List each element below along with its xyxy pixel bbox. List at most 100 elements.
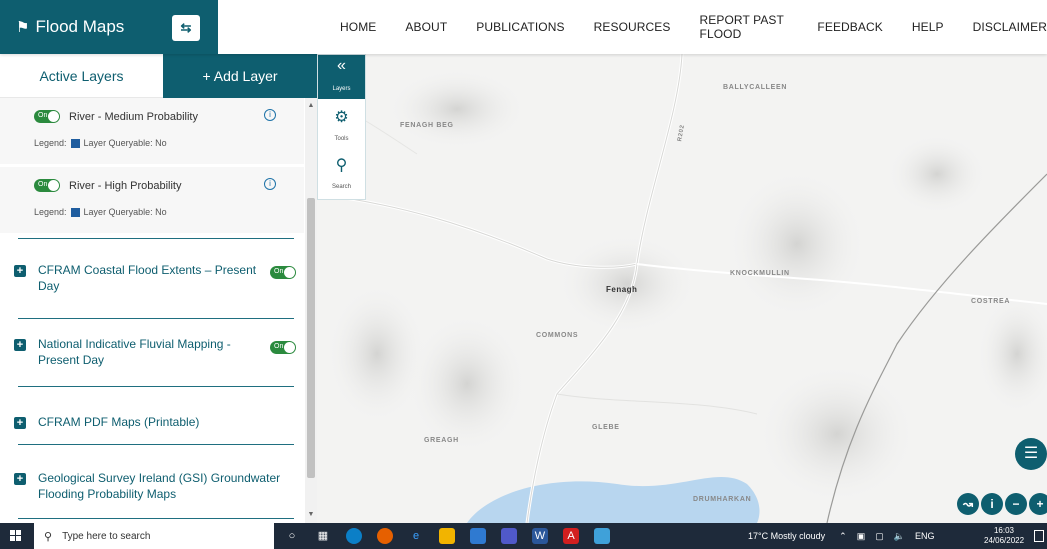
- search-label: Search: [331, 184, 351, 190]
- layer-group-cfram-pdf[interactable]: + CFRAM PDF Maps (Printable): [0, 414, 304, 434]
- weather-widget[interactable]: 17°C Mostly cloudy: [748, 531, 825, 541]
- group-name: CFRAM PDF Maps (Printable): [38, 415, 200, 429]
- nav-home[interactable]: HOME: [340, 20, 376, 34]
- outlook-icon[interactable]: [470, 528, 486, 544]
- info-icon[interactable]: i: [264, 109, 276, 121]
- flood-maps-page: ⚑ Flood Maps ⇆ HOME ABOUT PUBLICATIONS R…: [0, 0, 1047, 549]
- teams-icon[interactable]: [501, 528, 517, 544]
- windows-start-icon[interactable]: [10, 530, 22, 542]
- taskbar-search-input[interactable]: ⚲ Type here to search: [34, 523, 274, 549]
- map-canvas[interactable]: BALLYCALLEEN FENAGH BEG Fenagh KNOCKMULL…: [317, 54, 1047, 523]
- divider: [18, 386, 294, 387]
- double-chevron-left-icon: «: [337, 57, 346, 74]
- expand-plus-icon[interactable]: +: [14, 473, 26, 485]
- internet-explorer-icon[interactable]: e: [408, 528, 424, 544]
- map-label-costrea: COSTREA: [971, 298, 1011, 305]
- network-icon[interactable]: ▣: [857, 531, 866, 542]
- sidebar-tabs: Active Layers + Add Layer: [0, 54, 317, 98]
- search-button[interactable]: ⚲ Search: [318, 155, 365, 193]
- legend-swatch: [70, 207, 80, 217]
- sublayer-river-medium: On River - Medium Probability i Legend: …: [0, 98, 304, 164]
- layers-label: Layers: [332, 86, 351, 92]
- expand-plus-icon[interactable]: +: [14, 339, 26, 351]
- group-name: CFRAM Coastal Flood Extents – Present Da…: [38, 263, 257, 293]
- collapse-layers-button[interactable]: « Layers: [318, 55, 365, 99]
- info-tool-button[interactable]: i: [981, 493, 1003, 515]
- taskbar-pinned-apps: ○ ▦ e W A: [284, 527, 625, 545]
- zoom-in-button[interactable]: +: [1029, 493, 1047, 515]
- expand-plus-icon[interactable]: +: [14, 417, 26, 429]
- chevron-up-icon[interactable]: ⌃: [839, 531, 847, 542]
- info-icon[interactable]: i: [264, 178, 276, 190]
- photos-icon[interactable]: [594, 528, 610, 544]
- layer-toggle[interactable]: On: [270, 341, 296, 354]
- firefox-icon[interactable]: [377, 528, 393, 544]
- map-label-drumharkan: DRUMHARKAN: [693, 496, 752, 503]
- layer-toggle[interactable]: On: [270, 266, 296, 279]
- group-name: National Indicative Fluvial Mapping - Pr…: [38, 337, 231, 367]
- nav-disclaimer[interactable]: DISCLAIMER: [973, 20, 1047, 34]
- sublayer-legend: Legend: Layer Queryable: No: [34, 207, 167, 217]
- system-tray: 17°C Mostly cloudy ⌃ ▣ ▢ 🔈 ENG: [748, 523, 944, 549]
- language-indicator[interactable]: ENG: [915, 531, 935, 541]
- layer-toggle[interactable]: On: [34, 110, 60, 123]
- nav-feedback[interactable]: FEEDBACK: [817, 20, 882, 34]
- info-icon: i: [990, 497, 994, 511]
- speaker-icon[interactable]: 🔈: [894, 531, 905, 542]
- acrobat-icon[interactable]: A: [563, 528, 579, 544]
- layer-toggle[interactable]: On: [34, 179, 60, 192]
- tools-button[interactable]: ⚙ Tools: [318, 107, 365, 145]
- notification-icon[interactable]: [1034, 530, 1044, 542]
- sublayer-name: River - High Probability: [69, 180, 182, 192]
- map-label-ballycalleen: BALLYCALLEEN: [723, 84, 788, 91]
- flood-maps-logo-icon: ⚑: [16, 19, 30, 36]
- nav-publications[interactable]: PUBLICATIONS: [476, 20, 564, 34]
- tab-active-layers[interactable]: Active Layers: [0, 54, 163, 98]
- sidebar-scrollbar[interactable]: ▲ ▼: [305, 98, 317, 523]
- zoom-out-button[interactable]: −: [1005, 493, 1027, 515]
- gear-icon: ⚙: [334, 109, 349, 126]
- cortana-icon[interactable]: ○: [284, 528, 300, 544]
- app-title[interactable]: Flood Maps: [35, 17, 124, 37]
- layer-group-gsi[interactable]: + Geological Survey Ireland (GSI) Ground…: [0, 470, 304, 510]
- expand-plus-icon[interactable]: +: [14, 265, 26, 277]
- display-icon[interactable]: ▢: [875, 531, 884, 542]
- layers-stack-icon: ☰: [1023, 445, 1039, 462]
- taskbar-clock[interactable]: 16:03 24/06/2022: [984, 526, 1024, 546]
- search-icon: ⚲: [335, 157, 348, 174]
- layers-sidebar: Active Layers + Add Layer On River - Med…: [0, 54, 317, 523]
- word-icon[interactable]: W: [532, 528, 548, 544]
- clock-date: 24/06/2022: [984, 536, 1025, 545]
- top-header: ⚑ Flood Maps ⇆ HOME ABOUT PUBLICATIONS R…: [0, 0, 1047, 54]
- nav-about[interactable]: ABOUT: [405, 20, 447, 34]
- windows-taskbar: ⚲ Type here to search ○ ▦ e W A 17°C Mos…: [0, 523, 1047, 549]
- toggle-knob: [284, 267, 295, 278]
- nav-report-past-flood[interactable]: REPORT PAST FLOOD: [700, 13, 789, 41]
- map-label-knockmullin: KNOCKMULLIN: [730, 270, 790, 277]
- nav-resources[interactable]: RESOURCES: [594, 20, 671, 34]
- map-label-glebe: GLEBE: [592, 424, 620, 431]
- scroll-up-arrow-icon[interactable]: ▲: [307, 102, 315, 110]
- divider: [18, 518, 294, 519]
- toggle-knob: [48, 111, 59, 122]
- plus-icon: +: [1036, 497, 1044, 511]
- layer-group-nifm[interactable]: + National Indicative Fluvial Mapping - …: [0, 336, 304, 376]
- ruler-icon: ↝: [962, 497, 974, 511]
- swap-panel-button[interactable]: ⇆: [172, 15, 200, 41]
- scroll-thumb[interactable]: [307, 198, 315, 478]
- layer-group-cfram-coastal[interactable]: + CFRAM Coastal Flood Extents – Present …: [0, 262, 304, 302]
- nav-help[interactable]: HELP: [912, 20, 944, 34]
- basemap-layers-button[interactable]: ☰: [1015, 438, 1047, 470]
- toggle-knob: [48, 180, 59, 191]
- legend-swatch: [70, 138, 80, 148]
- file-explorer-icon[interactable]: [439, 528, 455, 544]
- edge-icon[interactable]: [346, 528, 362, 544]
- map-label-commons: COMMONS: [536, 332, 579, 339]
- divider: [18, 238, 294, 239]
- divider: [18, 444, 294, 445]
- tab-add-layer[interactable]: + Add Layer: [163, 54, 317, 98]
- measure-tool-button[interactable]: ↝: [957, 493, 979, 515]
- tools-panel: « Layers ⚙ Tools ⚲ Search: [317, 54, 366, 200]
- scroll-down-arrow-icon[interactable]: ▼: [307, 511, 315, 519]
- task-view-icon[interactable]: ▦: [315, 528, 331, 544]
